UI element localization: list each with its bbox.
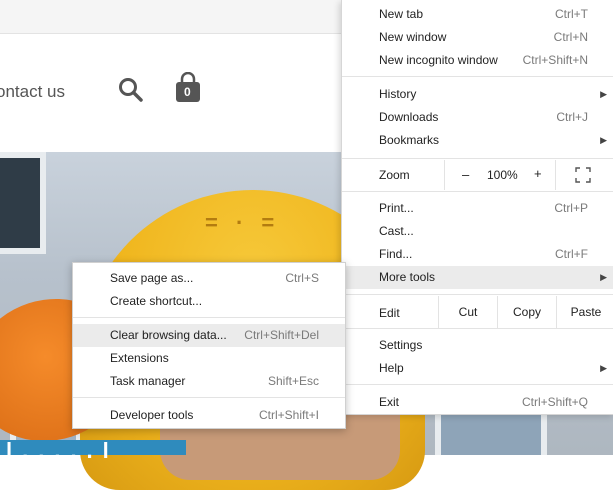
zoom-row: Zoom – 100% + [342, 160, 613, 190]
submenu-arrow-icon: ▶ [600, 135, 607, 145]
helmet-marks: = · = [205, 210, 281, 235]
menu-item-label: Print... [379, 201, 414, 215]
edit-row: Edit Cut Copy Paste [342, 296, 613, 328]
search-icon[interactable] [118, 77, 144, 103]
menu-item-label: History [379, 87, 417, 101]
submenu-arrow-icon: ▶ [600, 272, 607, 282]
menu-item-shortcut: Ctrl+N [553, 30, 588, 44]
submenu-item-shortcut: Ctrl+Shift+Del [244, 328, 319, 342]
submenu-item-create-shortcut[interactable]: Create shortcut... [73, 290, 345, 313]
shopping-bag-icon[interactable]: 0 [174, 71, 202, 104]
menu-item-history[interactable]: History ▶ [342, 83, 613, 106]
menu-item-exit[interactable]: Exit Ctrl+Shift+Q [342, 391, 613, 414]
menu-item-label: New incognito window [379, 53, 498, 67]
submenu-item-label: Clear browsing data... [110, 328, 227, 342]
building-window [0, 152, 46, 254]
menu-item-label: Help [379, 361, 404, 375]
menu-item-label: Settings [379, 338, 423, 352]
menu-item-label: Bookmarks [379, 133, 440, 147]
zoom-controls: – 100% + [444, 160, 556, 190]
cut-button[interactable]: Cut [438, 296, 497, 328]
menu-item-find[interactable]: Find... Ctrl+F [342, 243, 613, 266]
chrome-main-menu: New tab Ctrl+T New window Ctrl+N New inc… [341, 0, 613, 415]
menu-item-shortcut: Ctrl+Shift+N [522, 53, 588, 67]
menu-item-label: Exit [379, 395, 400, 409]
menu-item-shortcut: Ctrl+J [556, 110, 588, 124]
menu-item-print[interactable]: Print... Ctrl+P [342, 197, 613, 220]
submenu-item-task-manager[interactable]: Task manager Shift+Esc [73, 370, 345, 393]
menu-item-label: Cast... [379, 224, 414, 238]
menu-item-new-tab[interactable]: New tab Ctrl+T [342, 3, 613, 26]
submenu-item-label: Create shortcut... [110, 294, 203, 308]
menu-item-label: Downloads [379, 110, 439, 124]
copy-button[interactable]: Copy [497, 296, 556, 328]
menu-divider [342, 76, 613, 77]
submenu-item-shortcut: Ctrl+Shift+I [258, 408, 319, 422]
nav-contact-us-link[interactable]: ontact us [0, 82, 65, 102]
menu-item-label: More tools [379, 270, 436, 284]
submenu-arrow-icon: ▶ [600, 89, 607, 99]
submenu-divider [73, 317, 345, 318]
menu-divider [342, 328, 613, 329]
submenu-item-label: Task manager [110, 374, 186, 388]
submenu-item-label: Developer tools [110, 408, 194, 422]
submenu-item-label: Extensions [110, 351, 169, 365]
fullscreen-icon[interactable] [575, 167, 591, 183]
submenu-item-label: Save page as... [110, 271, 194, 285]
more-tools-submenu: Save page as... Ctrl+S Create shortcut..… [72, 262, 346, 429]
menu-item-more-tools[interactable]: More tools ▶ [342, 266, 613, 289]
zoom-label: Zoom [379, 168, 410, 182]
paste-button[interactable]: Paste [556, 296, 613, 328]
submenu-item-developer-tools[interactable]: Developer tools Ctrl+Shift+I [73, 404, 345, 427]
menu-item-shortcut: Ctrl+P [554, 201, 588, 215]
menu-item-label: Find... [379, 247, 413, 261]
submenu-divider [73, 397, 345, 398]
cart-count: 0 [184, 85, 191, 99]
menu-item-help[interactable]: Help ▶ [342, 357, 613, 380]
submenu-item-save-page-as[interactable]: Save page as... Ctrl+S [73, 267, 345, 290]
menu-item-new-incognito-window[interactable]: New incognito window Ctrl+Shift+N [342, 49, 613, 72]
menu-divider [342, 191, 613, 192]
hero-text-fragment: l.....l [6, 438, 119, 463]
menu-item-shortcut: Ctrl+Shift+Q [521, 395, 588, 409]
menu-item-downloads[interactable]: Downloads Ctrl+J [342, 106, 613, 129]
menu-item-settings[interactable]: Settings [342, 334, 613, 357]
menu-item-cast[interactable]: Cast... [342, 220, 613, 243]
zoom-out-button[interactable]: – [462, 167, 469, 182]
edit-label: Edit [379, 306, 400, 320]
menu-item-label: New window [379, 30, 447, 44]
submenu-arrow-icon: ▶ [600, 363, 607, 373]
menu-item-label: New tab [379, 7, 424, 21]
zoom-in-button[interactable]: + [534, 166, 542, 181]
menu-item-bookmarks[interactable]: Bookmarks ▶ [342, 129, 613, 152]
menu-divider [342, 384, 613, 385]
submenu-item-shortcut: Ctrl+S [285, 271, 319, 285]
menu-divider [342, 294, 613, 295]
menu-divider [342, 158, 613, 159]
menu-item-new-window[interactable]: New window Ctrl+N [342, 26, 613, 49]
zoom-level: 100% [487, 168, 518, 182]
menu-item-shortcut: Ctrl+T [555, 7, 588, 21]
menu-item-shortcut: Ctrl+F [555, 247, 588, 261]
submenu-item-extensions[interactable]: Extensions [73, 347, 345, 370]
submenu-item-shortcut: Shift+Esc [267, 374, 319, 388]
submenu-item-clear-browsing-data[interactable]: Clear browsing data... Ctrl+Shift+Del [73, 324, 345, 347]
